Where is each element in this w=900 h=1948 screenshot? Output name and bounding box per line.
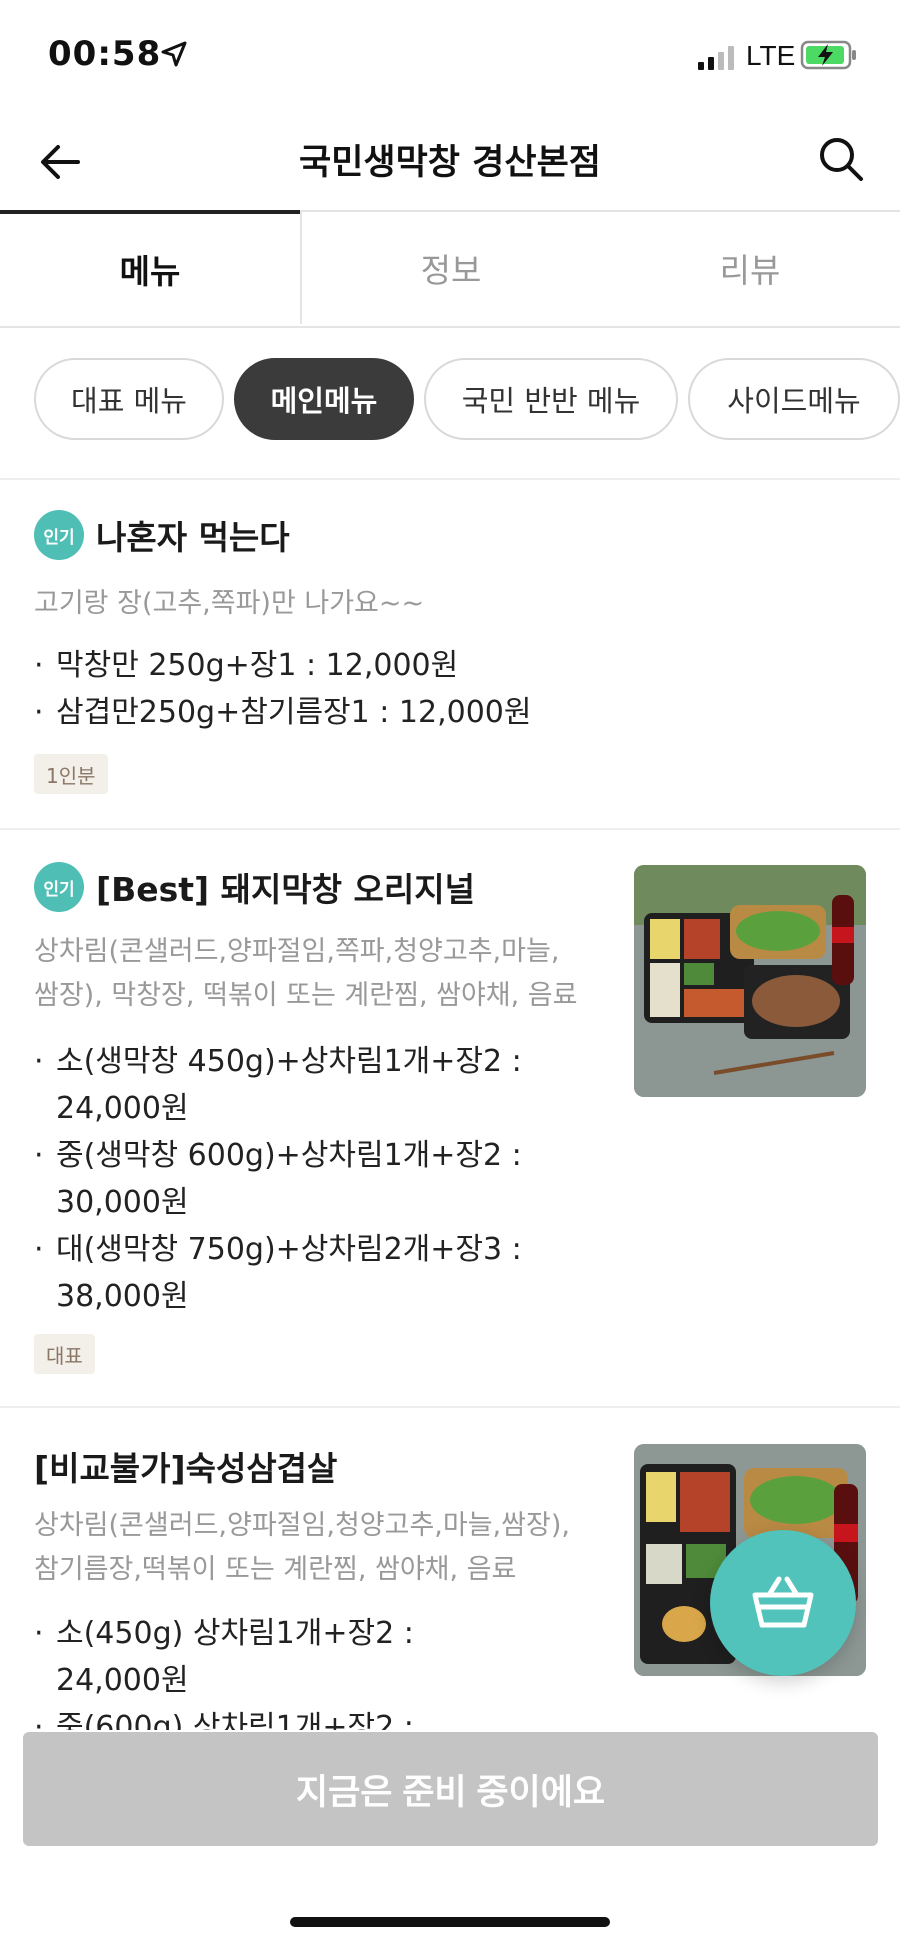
price-option: 소(생막창 450g)+상차림1개+장2 :24,000원	[34, 1038, 522, 1132]
menu-item-description: 고기랑 장(고추,쪽파)만 나가요~~	[34, 588, 425, 619]
price-list: 소(생막창 450g)+상차림1개+장2 :24,000원 중(생막창 600g…	[34, 1038, 522, 1320]
tab-reviews[interactable]: 리뷰	[600, 210, 900, 324]
search-icon[interactable]	[818, 136, 864, 182]
price-option: 소(450g) 상차림1개+장2 :24,000원	[34, 1610, 414, 1704]
basket-icon	[752, 1576, 814, 1628]
store-title: 국민생막창 경산본점	[299, 143, 601, 183]
menu-item-name: 인기 나혼자 먹는다	[34, 510, 290, 560]
menu-item-description: 쌈장), 막창장, 떡볶이 또는 계란찜, 쌈야채, 음료	[34, 980, 578, 1011]
chip-half-half-menu[interactable]: 국민 반반 메뉴	[424, 358, 678, 440]
battery-charging-icon	[800, 40, 856, 70]
store-tabs: 메뉴 정보 리뷰	[0, 210, 900, 328]
status-bar: 00:58 LTE	[0, 0, 900, 110]
price-option: 삼겹만250g+참기름장1 : 12,000원	[34, 689, 531, 736]
chip-signature-menu[interactable]: 대표 메뉴	[34, 358, 224, 440]
signature-tag: 대표	[34, 1334, 95, 1374]
menu-item-description: 상차림(콘샐러드,양파절임,쪽파,청양고추,마늘,	[34, 936, 560, 967]
menu-item[interactable]: 인기 나혼자 먹는다 고기랑 장(고추,쪽파)만 나가요~~ 막창만 250g+…	[0, 480, 900, 828]
menu-item-description: 상차림(콘샐러드,양파절임,청양고추,마늘,쌈장),	[34, 1510, 570, 1541]
tab-info[interactable]: 정보	[300, 210, 600, 324]
chip-side-menu[interactable]: 사이드메뉴	[688, 358, 900, 440]
menu-item-description: 참기름장,떡볶이 또는 계란찜, 쌈야채, 음료	[34, 1554, 517, 1585]
popular-badge: 인기	[34, 510, 84, 560]
signal-icon	[698, 46, 734, 70]
home-indicator	[290, 1917, 610, 1927]
menu-item-title: [Best] 돼지막창 오리지널	[96, 870, 475, 909]
chip-main-menu[interactable]: 메인메뉴	[234, 358, 414, 440]
menu-item-title: 나혼자 먹는다	[96, 518, 290, 557]
tab-menu[interactable]: 메뉴	[0, 210, 300, 324]
location-arrow-icon	[161, 41, 187, 67]
network-type: LTE	[746, 40, 796, 71]
price-option: 막창만 250g+장1 : 12,000원	[34, 642, 531, 689]
price-option: 대(생막창 750g)+상차림2개+장3 :38,000원	[34, 1226, 522, 1320]
menu-item-photo	[634, 865, 866, 1097]
category-chips: 대표 메뉴 메인메뉴 국민 반반 메뉴 사이드메뉴	[0, 358, 900, 444]
popular-badge: 인기	[34, 862, 84, 912]
price-list: 막창만 250g+장1 : 12,000원 삼겹만250g+참기름장1 : 12…	[34, 642, 531, 736]
order-button[interactable]: 지금은 준비 중이에요	[23, 1732, 878, 1846]
menu-item-name: [비교불가]숙성삼겹살	[34, 1442, 337, 1490]
cart-button[interactable]	[710, 1530, 856, 1676]
serving-tag: 1인분	[34, 754, 108, 794]
price-option: 중(생막창 600g)+상차림1개+장2 :30,000원	[34, 1132, 522, 1226]
status-time: 00:58	[48, 34, 162, 74]
app-header: 국민생막창 경산본점	[0, 110, 900, 210]
menu-item-title: [비교불가]숙성삼겹살	[34, 1449, 338, 1488]
menu-item[interactable]: 인기 [Best] 돼지막창 오리지널 상차림(콘샐러드,양파절임,쪽파,청양고…	[0, 830, 900, 1406]
menu-item-name: 인기 [Best] 돼지막창 오리지널	[34, 862, 475, 912]
